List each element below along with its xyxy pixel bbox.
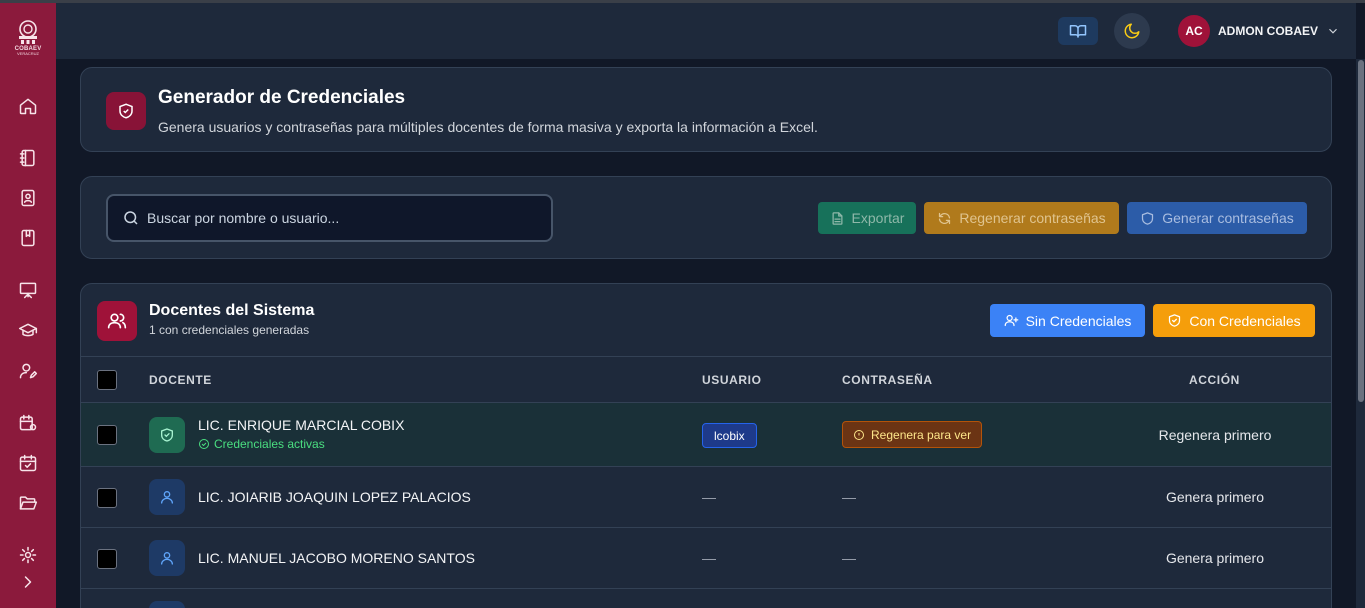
teacher-name: LIC. JOIARIB JOAQUIN LOPEZ PALACIOS bbox=[198, 489, 471, 505]
presentation-icon[interactable] bbox=[16, 278, 40, 302]
column-header-usuario[interactable]: USUARIO bbox=[702, 373, 762, 387]
table-row[interactable] bbox=[81, 589, 1331, 608]
user-icon bbox=[149, 601, 185, 608]
search-box[interactable] bbox=[106, 194, 553, 242]
row-checkbox[interactable] bbox=[97, 549, 117, 569]
user-edit-icon[interactable] bbox=[16, 359, 40, 383]
teacher-name: LIC. ENRIQUE MARCIAL COBIX bbox=[198, 417, 405, 433]
password-hidden-badge[interactable]: Regenera para ver bbox=[842, 421, 983, 448]
filter-with-credentials-button[interactable]: Con Credenciales bbox=[1153, 304, 1315, 337]
username-value: — bbox=[702, 550, 716, 566]
user-menu[interactable]: AC ADMON COBAEV bbox=[1178, 14, 1340, 48]
user-icon bbox=[149, 479, 185, 515]
password-value: — bbox=[842, 489, 856, 505]
settings-icon[interactable] bbox=[16, 543, 40, 567]
shield-check-icon bbox=[1169, 314, 1181, 327]
theme-toggle-button[interactable] bbox=[1114, 13, 1150, 49]
filter-with-label: Con Credenciales bbox=[1189, 312, 1301, 329]
page-subtitle: Genera usuarios y contraseñas para múlti… bbox=[158, 119, 818, 135]
row-checkbox[interactable] bbox=[97, 488, 117, 508]
shield-check-icon bbox=[149, 417, 185, 453]
top-header: AC ADMON COBAEV bbox=[56, 3, 1356, 59]
chevron-down-icon bbox=[1326, 24, 1340, 38]
filter-without-label: Sin Credenciales bbox=[1025, 312, 1132, 329]
bookmark-book-icon[interactable] bbox=[16, 226, 40, 250]
check-circle-icon bbox=[199, 439, 209, 449]
username-badge: lcobix bbox=[702, 423, 757, 448]
username-value: — bbox=[702, 489, 716, 505]
calendar-settings-icon[interactable] bbox=[16, 411, 40, 435]
select-all-checkbox[interactable] bbox=[97, 370, 117, 390]
shield-check-icon bbox=[106, 92, 146, 130]
user-icon bbox=[149, 540, 185, 576]
scrollbar-thumb[interactable] bbox=[1358, 60, 1364, 402]
password-hidden-label: Regenera para ver bbox=[871, 427, 972, 442]
home-icon[interactable] bbox=[16, 94, 40, 118]
table-row[interactable]: LIC. JOIARIB JOAQUIN LOPEZ PALACIOS — — … bbox=[81, 467, 1331, 528]
table-header: DOCENTE USUARIO CONTRASEÑA ACCIÓN bbox=[81, 356, 1331, 403]
sidebar: COBAEV VERACRUZ bbox=[0, 3, 56, 608]
logo-subtext: VERACRUZ bbox=[16, 51, 39, 56]
info-circle-icon bbox=[854, 429, 864, 440]
users-icon bbox=[97, 301, 137, 341]
credentials-status-label: Credenciales activas bbox=[214, 437, 325, 451]
user-plus-icon bbox=[1004, 314, 1018, 327]
regenerate-passwords-button[interactable]: Regenerar contraseñas bbox=[924, 202, 1119, 234]
teacher-name: LIC. MANUEL JACOBO MORENO SANTOS bbox=[198, 550, 475, 566]
contact-book-icon[interactable] bbox=[16, 186, 40, 210]
table-subtitle: 1 con credenciales generadas bbox=[149, 323, 310, 337]
generate-label: Generar contraseñas bbox=[1162, 210, 1294, 226]
row-action: Genera primero bbox=[1165, 550, 1265, 566]
search-icon bbox=[124, 211, 138, 225]
avatar: AC bbox=[1178, 15, 1210, 47]
page-title: Generador de Credenciales bbox=[158, 87, 406, 108]
toolbar-card: Exportar Regenerar contraseñas Generar c… bbox=[80, 176, 1332, 259]
logo-emblem-icon bbox=[19, 20, 37, 44]
file-spreadsheet-icon bbox=[832, 211, 843, 225]
page-header-card: Generador de Credenciales Genera usuario… bbox=[80, 67, 1332, 152]
table-title: Docentes del Sistema bbox=[149, 302, 315, 319]
table-row[interactable]: LIC. ENRIQUE MARCIAL COBIX Credenciales … bbox=[81, 403, 1331, 467]
manual-button[interactable] bbox=[1058, 17, 1098, 45]
row-action: Regenera primero bbox=[1158, 427, 1272, 443]
refresh-icon bbox=[939, 212, 951, 224]
filter-without-credentials-button[interactable]: Sin Credenciales bbox=[990, 304, 1145, 337]
user-name: ADMON COBAEV bbox=[1218, 24, 1319, 38]
notebook-icon[interactable] bbox=[16, 146, 40, 170]
table-row[interactable]: LIC. MANUEL JACOBO MORENO SANTOS — — Gen… bbox=[81, 528, 1331, 589]
credentials-status: Credenciales activas bbox=[198, 437, 325, 451]
folder-open-icon[interactable] bbox=[16, 491, 40, 515]
moon-icon bbox=[1124, 23, 1140, 39]
chevron-right-icon[interactable] bbox=[16, 570, 40, 594]
export-button[interactable]: Exportar bbox=[818, 202, 916, 234]
teachers-table-card: Docentes del Sistema 1 con credenciales … bbox=[80, 283, 1332, 608]
graduation-cap-icon[interactable] bbox=[16, 319, 40, 343]
row-checkbox[interactable] bbox=[97, 425, 117, 445]
column-header-docente[interactable]: DOCENTE bbox=[149, 373, 212, 387]
shield-icon bbox=[1142, 211, 1154, 225]
search-input[interactable] bbox=[147, 210, 527, 226]
password-value: — bbox=[842, 550, 856, 566]
column-header-accion[interactable]: ACCIÓN bbox=[1189, 373, 1240, 387]
regenerate-label: Regenerar contraseñas bbox=[959, 210, 1106, 226]
column-header-contrasena[interactable]: CONTRASEÑA bbox=[842, 373, 933, 387]
generate-passwords-button[interactable]: Generar contraseñas bbox=[1127, 202, 1307, 234]
calendar-check-icon[interactable] bbox=[16, 451, 40, 475]
export-label: Exportar bbox=[851, 210, 905, 226]
open-book-icon bbox=[1069, 25, 1087, 38]
row-action: Genera primero bbox=[1165, 489, 1265, 505]
cobaev-logo[interactable]: COBAEV VERACRUZ bbox=[12, 19, 44, 63]
